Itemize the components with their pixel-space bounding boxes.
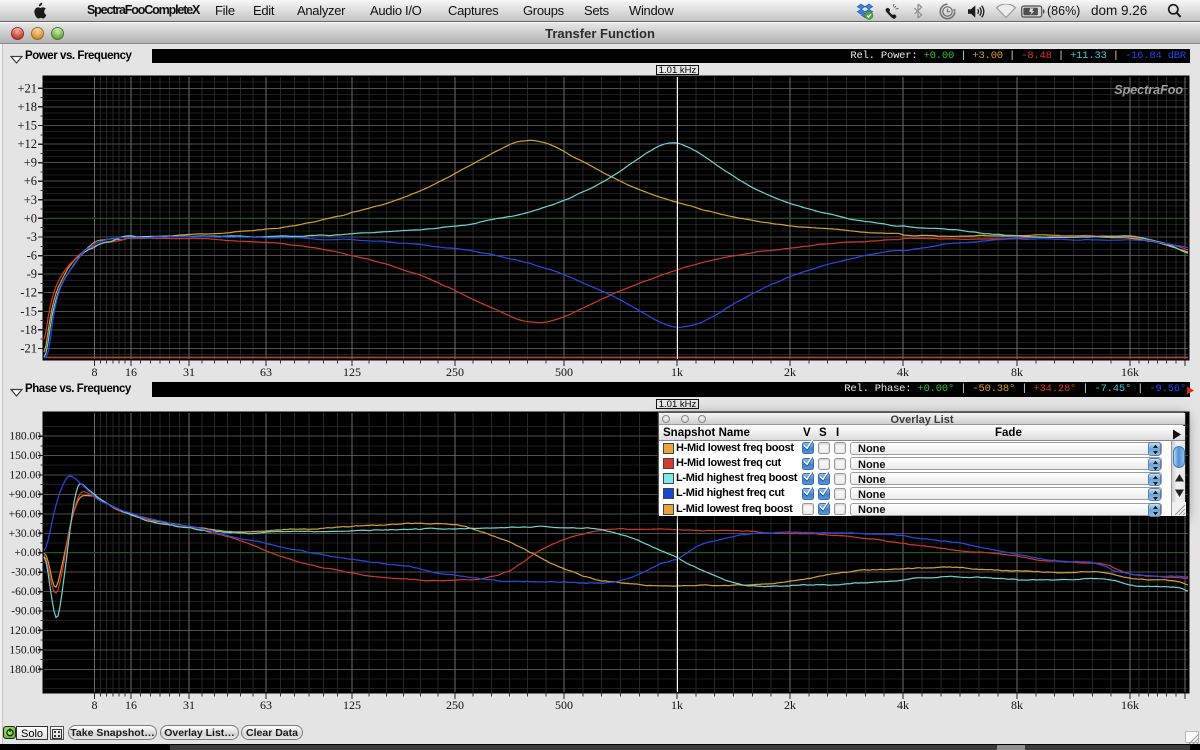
svg-text:-3: -3 bbox=[27, 230, 37, 244]
svg-text:+6: +6 bbox=[24, 174, 37, 188]
svg-text:63: 63 bbox=[260, 365, 272, 376]
svg-text:120.00: 120.00 bbox=[9, 625, 41, 637]
svg-text:+0.00: +0.00 bbox=[14, 547, 41, 559]
svg-text:16k: 16k bbox=[1121, 698, 1139, 710]
svg-text:125: 125 bbox=[343, 698, 361, 710]
svg-text:+12: +12 bbox=[17, 137, 37, 151]
svg-text:8k: 8k bbox=[1011, 365, 1023, 376]
svg-text:2k: 2k bbox=[784, 698, 796, 710]
svg-text:-15: -15 bbox=[20, 304, 37, 318]
svg-text:+21: +21 bbox=[17, 81, 37, 95]
svg-text:8k: 8k bbox=[1011, 698, 1023, 710]
svg-text:-9: -9 bbox=[27, 267, 37, 281]
svg-text:16: 16 bbox=[125, 698, 137, 710]
svg-text:-21: -21 bbox=[20, 342, 37, 356]
svg-text:1k: 1k bbox=[671, 698, 683, 710]
svg-text:180.00: 180.00 bbox=[9, 431, 41, 443]
svg-text:1k: 1k bbox=[671, 365, 683, 376]
svg-text:+15: +15 bbox=[17, 119, 37, 133]
svg-text:+0: +0 bbox=[24, 211, 37, 225]
svg-text:16k: 16k bbox=[1121, 365, 1139, 376]
svg-text:-18: -18 bbox=[20, 323, 37, 337]
svg-text:8: 8 bbox=[92, 698, 98, 710]
svg-text:250: 250 bbox=[446, 698, 464, 710]
svg-text:+30.00: +30.00 bbox=[9, 528, 42, 540]
svg-text:2k: 2k bbox=[784, 365, 796, 376]
svg-text:4k: 4k bbox=[897, 698, 909, 710]
svg-text:+90.00: +90.00 bbox=[9, 489, 42, 501]
svg-text:4k: 4k bbox=[897, 365, 909, 376]
svg-text:16: 16 bbox=[125, 365, 137, 376]
svg-text:125: 125 bbox=[343, 365, 361, 376]
svg-text:63: 63 bbox=[260, 698, 272, 710]
svg-text:-12: -12 bbox=[20, 286, 37, 300]
svg-text:180.00: 180.00 bbox=[9, 664, 41, 676]
svg-text:-6: -6 bbox=[27, 249, 37, 263]
svg-text:500: 500 bbox=[555, 365, 573, 376]
svg-text:+3: +3 bbox=[24, 193, 37, 207]
svg-text:+9: +9 bbox=[24, 156, 37, 170]
svg-text:150.00: 150.00 bbox=[9, 644, 41, 656]
svg-text:+60.00: +60.00 bbox=[9, 508, 42, 520]
svg-text:120.00: 120.00 bbox=[9, 470, 41, 482]
svg-text:-30.00: -30.00 bbox=[11, 567, 41, 579]
svg-text:8: 8 bbox=[92, 365, 98, 376]
svg-text:250: 250 bbox=[446, 365, 464, 376]
svg-text:SpectraFoo: SpectraFoo bbox=[1114, 83, 1183, 97]
svg-text:150.00: 150.00 bbox=[9, 450, 41, 462]
svg-text:-90.00: -90.00 bbox=[11, 606, 41, 618]
svg-text:31: 31 bbox=[183, 365, 195, 376]
svg-text:+18: +18 bbox=[17, 100, 37, 114]
svg-text:500: 500 bbox=[555, 698, 573, 710]
svg-text:31: 31 bbox=[183, 698, 195, 710]
svg-text:-60.00: -60.00 bbox=[11, 586, 41, 598]
